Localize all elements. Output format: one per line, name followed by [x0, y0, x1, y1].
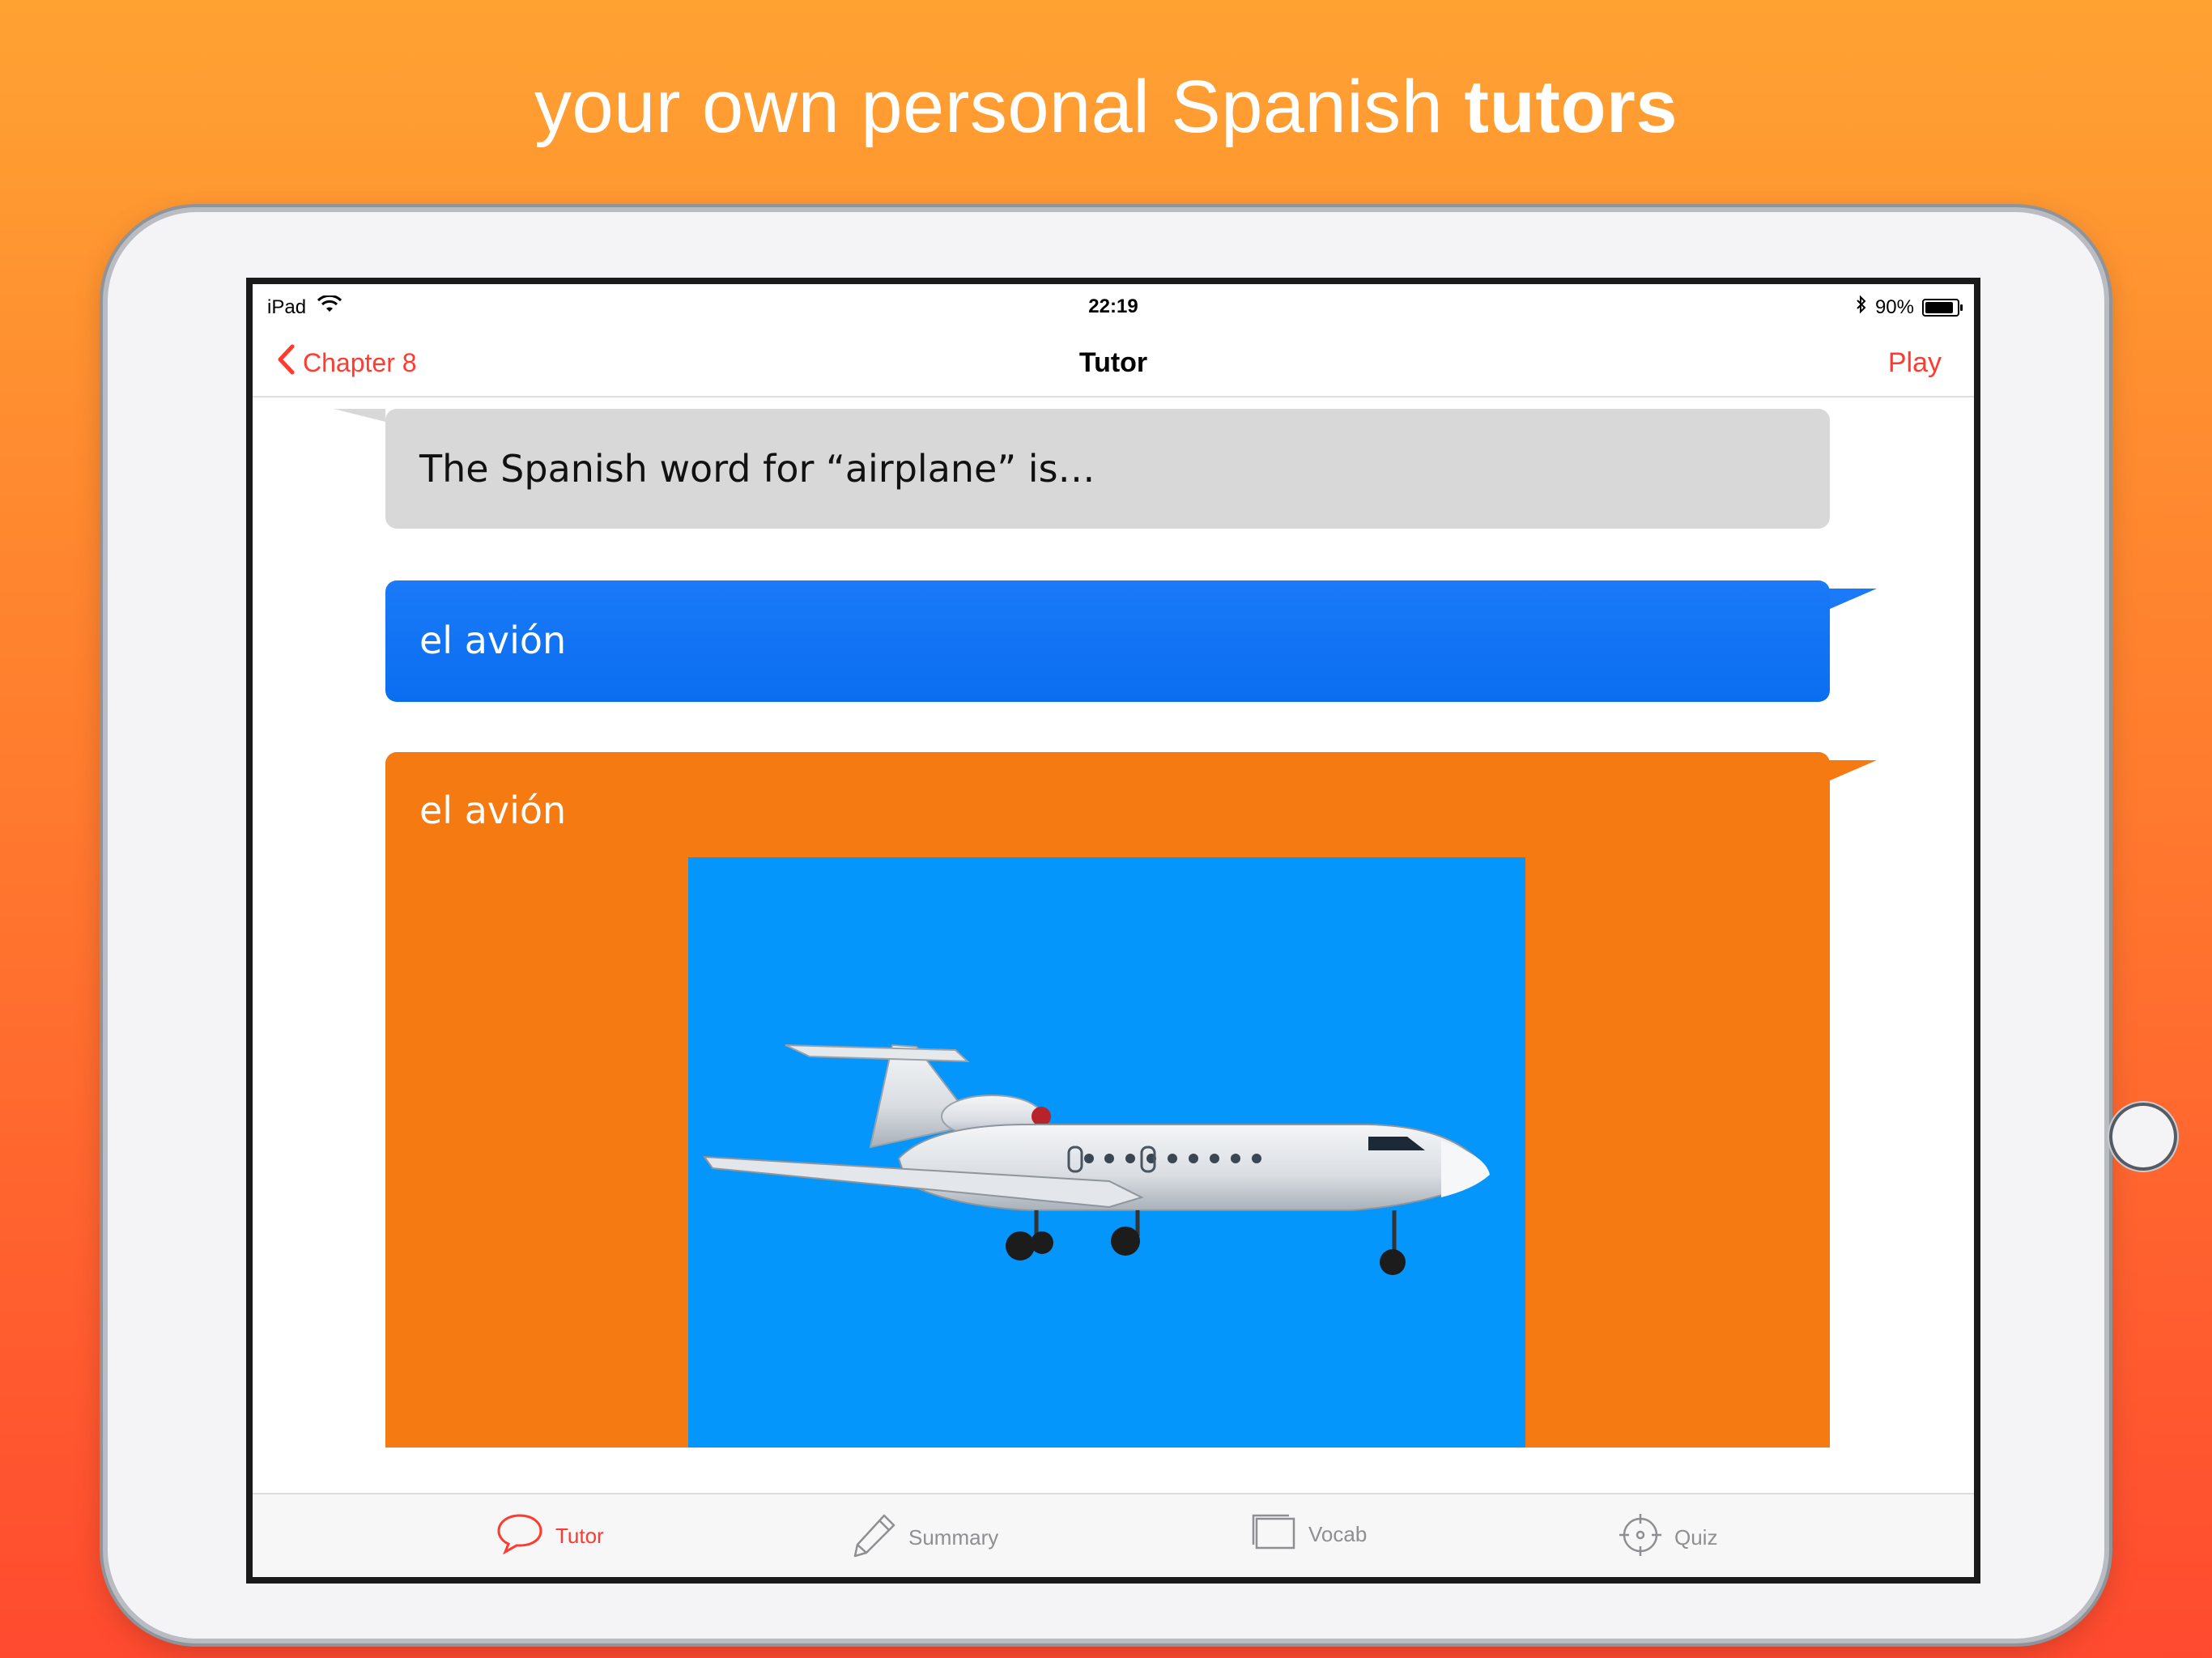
tab-quiz-label: Quiz	[1674, 1525, 1718, 1550]
speech-bubble-icon	[496, 1512, 544, 1560]
headline-bold: tutors	[1464, 66, 1678, 148]
tab-tutor[interactable]: Tutor	[496, 1512, 604, 1560]
answer-bubble-tail	[1828, 589, 1877, 610]
navigation-bar: Chapter 8 Tutor Play	[253, 331, 1974, 397]
airplane-image	[688, 857, 1525, 1448]
target-icon	[1618, 1512, 1663, 1563]
battery-icon	[1922, 298, 1963, 317]
answer-bubble[interactable]: el avión	[385, 580, 1830, 702]
battery-level	[1925, 301, 1953, 313]
cards-icon	[1250, 1512, 1297, 1557]
prompt-bubble-tail	[334, 409, 385, 422]
tab-tutor-label: Tutor	[555, 1524, 604, 1548]
tab-bar: Tutor Summary Vocab Quiz	[253, 1493, 1974, 1577]
app-screen: iPad 22:19 90% Chapter 8 Tutor Play The …	[246, 278, 1980, 1584]
play-button[interactable]: Play	[1888, 347, 1942, 379]
tutor-prompt-bubble: The Spanish word for “airplane” is…	[385, 409, 1830, 529]
vocab-card-bubble[interactable]: el avión	[385, 752, 1830, 1448]
tab-vocab[interactable]: Vocab	[1250, 1512, 1367, 1557]
battery-percent: 90%	[1874, 295, 1914, 318]
card-text: el avión	[419, 789, 567, 832]
prompt-text: The Spanish word for “airplane” is…	[419, 447, 1095, 491]
chat-area[interactable]: The Spanish word for “airplane” is… el a…	[253, 397, 1974, 1448]
clock: 22:19	[1088, 295, 1138, 317]
tab-vocab-label: Vocab	[1308, 1522, 1368, 1546]
bluetooth-icon	[1856, 295, 1867, 319]
airplane-illustration	[702, 1044, 1490, 1275]
card-bubble-tail	[1828, 760, 1877, 781]
headline-regular: your own personal Spanish	[534, 66, 1465, 148]
status-bar: iPad 22:19 90%	[253, 284, 1974, 331]
tab-summary-label: Summary	[908, 1525, 999, 1550]
marketing-headline: your own personal Spanish tutors	[0, 58, 2212, 155]
tab-summary[interactable]: Summary	[852, 1512, 998, 1563]
home-button[interactable]	[2109, 1103, 2177, 1171]
pencil-icon	[852, 1512, 897, 1563]
answer-text: el avión	[419, 619, 567, 662]
tab-quiz[interactable]: Quiz	[1618, 1512, 1717, 1563]
page-title: Tutor	[1078, 347, 1148, 378]
